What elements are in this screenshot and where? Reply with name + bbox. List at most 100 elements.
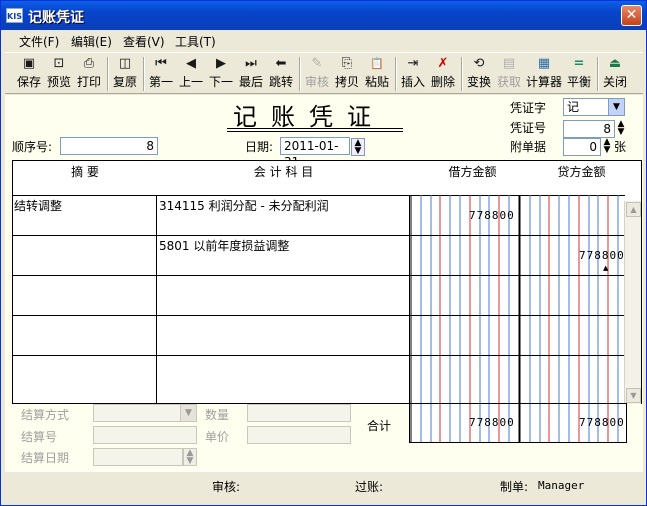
paste-label: 粘贴: [364, 75, 389, 89]
restore-label: 复原: [112, 75, 137, 89]
delete-label: 删除: [430, 75, 455, 89]
row-1-account[interactable]: 314115 利润分配 - 未分配利润: [159, 197, 329, 214]
sequence-field[interactable]: 8: [60, 137, 158, 155]
toolbar-separator: [395, 57, 397, 91]
grid-line: [13, 275, 625, 276]
voucher-type-value: 记: [567, 100, 580, 114]
toolbar-separator: [461, 57, 463, 91]
print-icon: ⎙: [83, 56, 95, 71]
title-underline: [227, 128, 403, 129]
insert-button[interactable]: ⇥ 插入: [399, 54, 427, 94]
chevron-down-icon[interactable]: ▼: [608, 99, 624, 115]
voucher-number-label: 凭证号: [510, 121, 547, 135]
calculator-button[interactable]: ▦ 计算器: [524, 54, 564, 94]
preview-label: 预览: [46, 75, 71, 89]
print-button[interactable]: ⎙ 打印: [75, 54, 103, 94]
total-amounts: 778800 778800: [409, 403, 627, 443]
voucher-type-label: 凭证字: [510, 101, 547, 115]
attach-label: 附单据: [510, 140, 547, 154]
quantity-field[interactable]: [247, 404, 351, 422]
close-window-button[interactable]: ✕: [621, 5, 642, 26]
settle-date-spinner[interactable]: ▲ ▼: [183, 448, 197, 466]
restore-button[interactable]: ◫ 复原: [111, 54, 139, 94]
toolbar: ▣ 保存 ⊡ 预览 ⎙ 打印 ◫ 复原 ⏮ 第一 ◀ 上一 ▶ 下一 ⏭ 最后 ⬅ 跳转 ✎ 审核 …: [5, 52, 643, 94]
audit-label: 审核: [304, 75, 329, 89]
prev-icon: ◀: [186, 56, 196, 71]
fetch-icon: ▤: [502, 56, 516, 71]
voucher-number-spinner[interactable]: ▲ ▼: [616, 120, 626, 137]
grid-line: [13, 355, 625, 356]
save-button[interactable]: ▣ 保存: [15, 54, 43, 94]
row-2-account[interactable]: 5801 以前年度损益调整: [159, 237, 290, 254]
audit-button[interactable]: ✎ 审核: [303, 54, 331, 94]
close-door-icon: ⏏: [608, 56, 622, 71]
menu-edit[interactable]: 编辑(E): [71, 33, 112, 50]
close-label: 关闭: [602, 75, 627, 89]
maker-status-label: 制单:: [500, 480, 529, 494]
scroll-down-icon[interactable]: ▼: [626, 388, 641, 403]
last-button[interactable]: ⏭ 最后: [237, 54, 265, 94]
preview-button[interactable]: ⊡ 预览: [45, 54, 73, 94]
price-field[interactable]: [247, 426, 351, 444]
jump-label: 跳转: [268, 75, 293, 89]
attach-count-field[interactable]: 0: [563, 138, 601, 156]
insert-icon: ⇥: [407, 56, 419, 71]
close-button[interactable]: ⏏ 关闭: [601, 54, 629, 94]
copy-button[interactable]: ⎘ 拷贝: [333, 54, 361, 94]
audit-icon: ✎: [311, 56, 323, 71]
paste-button[interactable]: 📋 粘贴: [363, 54, 391, 94]
copy-icon: ⎘: [341, 56, 353, 71]
fetch-button[interactable]: ▤ 获取: [495, 54, 523, 94]
last-icon: ⏭: [245, 56, 257, 71]
total-credit: 778800: [579, 416, 625, 429]
menu-file[interactable]: 文件(F): [19, 33, 59, 50]
jump-button[interactable]: ⬅ 跳转: [267, 54, 295, 94]
menu-view[interactable]: 查看(V): [123, 33, 165, 50]
attach-count-spinner[interactable]: ▲ ▼: [602, 138, 612, 155]
date-spinner[interactable]: ▲ ▼: [351, 138, 365, 156]
quantity-label: 数量: [205, 408, 230, 422]
next-icon: ▶: [216, 56, 226, 71]
chevron-down-icon[interactable]: ▼: [180, 405, 196, 421]
transform-button[interactable]: ⟲ 变换: [465, 54, 493, 94]
jump-icon: ⬅: [275, 56, 287, 71]
toolbar-separator: [143, 57, 145, 91]
date-field[interactable]: 2011-01-31: [280, 137, 350, 169]
settle-date-field[interactable]: [93, 448, 183, 466]
settle-number-field[interactable]: [93, 426, 197, 444]
audit-status-label: 审核:: [212, 480, 241, 494]
scroll-up-icon[interactable]: ▲: [626, 202, 641, 217]
status-bar: 审核: 过账: 制单: Manager: [5, 471, 643, 503]
preview-icon: ⊡: [53, 56, 65, 71]
title-underline: [227, 131, 403, 132]
grid-scrollbar[interactable]: ▲ ▼: [624, 201, 641, 404]
delete-button[interactable]: ✗ 删除: [429, 54, 457, 94]
menu-tools[interactable]: 工具(T): [175, 33, 216, 50]
grid-line: [156, 195, 157, 403]
first-button[interactable]: ⏮ 第一: [147, 54, 175, 94]
total-debit: 778800: [469, 416, 515, 429]
voucher-number-field[interactable]: 8: [563, 120, 615, 138]
sequence-label: 顺序号:: [12, 140, 53, 154]
grid-line: [409, 195, 410, 403]
post-status-label: 过账:: [355, 480, 384, 494]
copy-label: 拷贝: [334, 75, 359, 89]
first-label: 第一: [148, 75, 173, 89]
voucher-type-select[interactable]: 记 ▼: [563, 98, 625, 116]
save-icon: ▣: [22, 56, 36, 71]
settle-method-select[interactable]: ▼: [93, 404, 197, 422]
maker-name: Manager: [538, 479, 585, 492]
amount-column-lines: [410, 195, 619, 403]
delete-icon: ✗: [437, 56, 449, 71]
row-2-credit[interactable]: 778800: [579, 249, 625, 262]
voucher-body: 记账凭证 凭证字 记 ▼ 凭证号 8 ▲ ▼ 附单据 0 ▲ ▼ 张 顺序号: 8 …: [5, 95, 643, 503]
balance-button[interactable]: = 平衡: [565, 54, 593, 94]
menu-bar: 文件(F) 编辑(E) 查看(V) 工具(T): [5, 31, 643, 51]
row-1-summary[interactable]: 结转调整: [14, 197, 63, 214]
prev-button[interactable]: ◀ 上一: [177, 54, 205, 94]
next-button[interactable]: ▶ 下一: [207, 54, 235, 94]
calculator-icon: ▦: [537, 56, 551, 71]
row-1-debit[interactable]: 778800: [469, 209, 515, 222]
calculator-label: 计算器: [525, 75, 562, 89]
total-label: 合计: [367, 419, 392, 433]
